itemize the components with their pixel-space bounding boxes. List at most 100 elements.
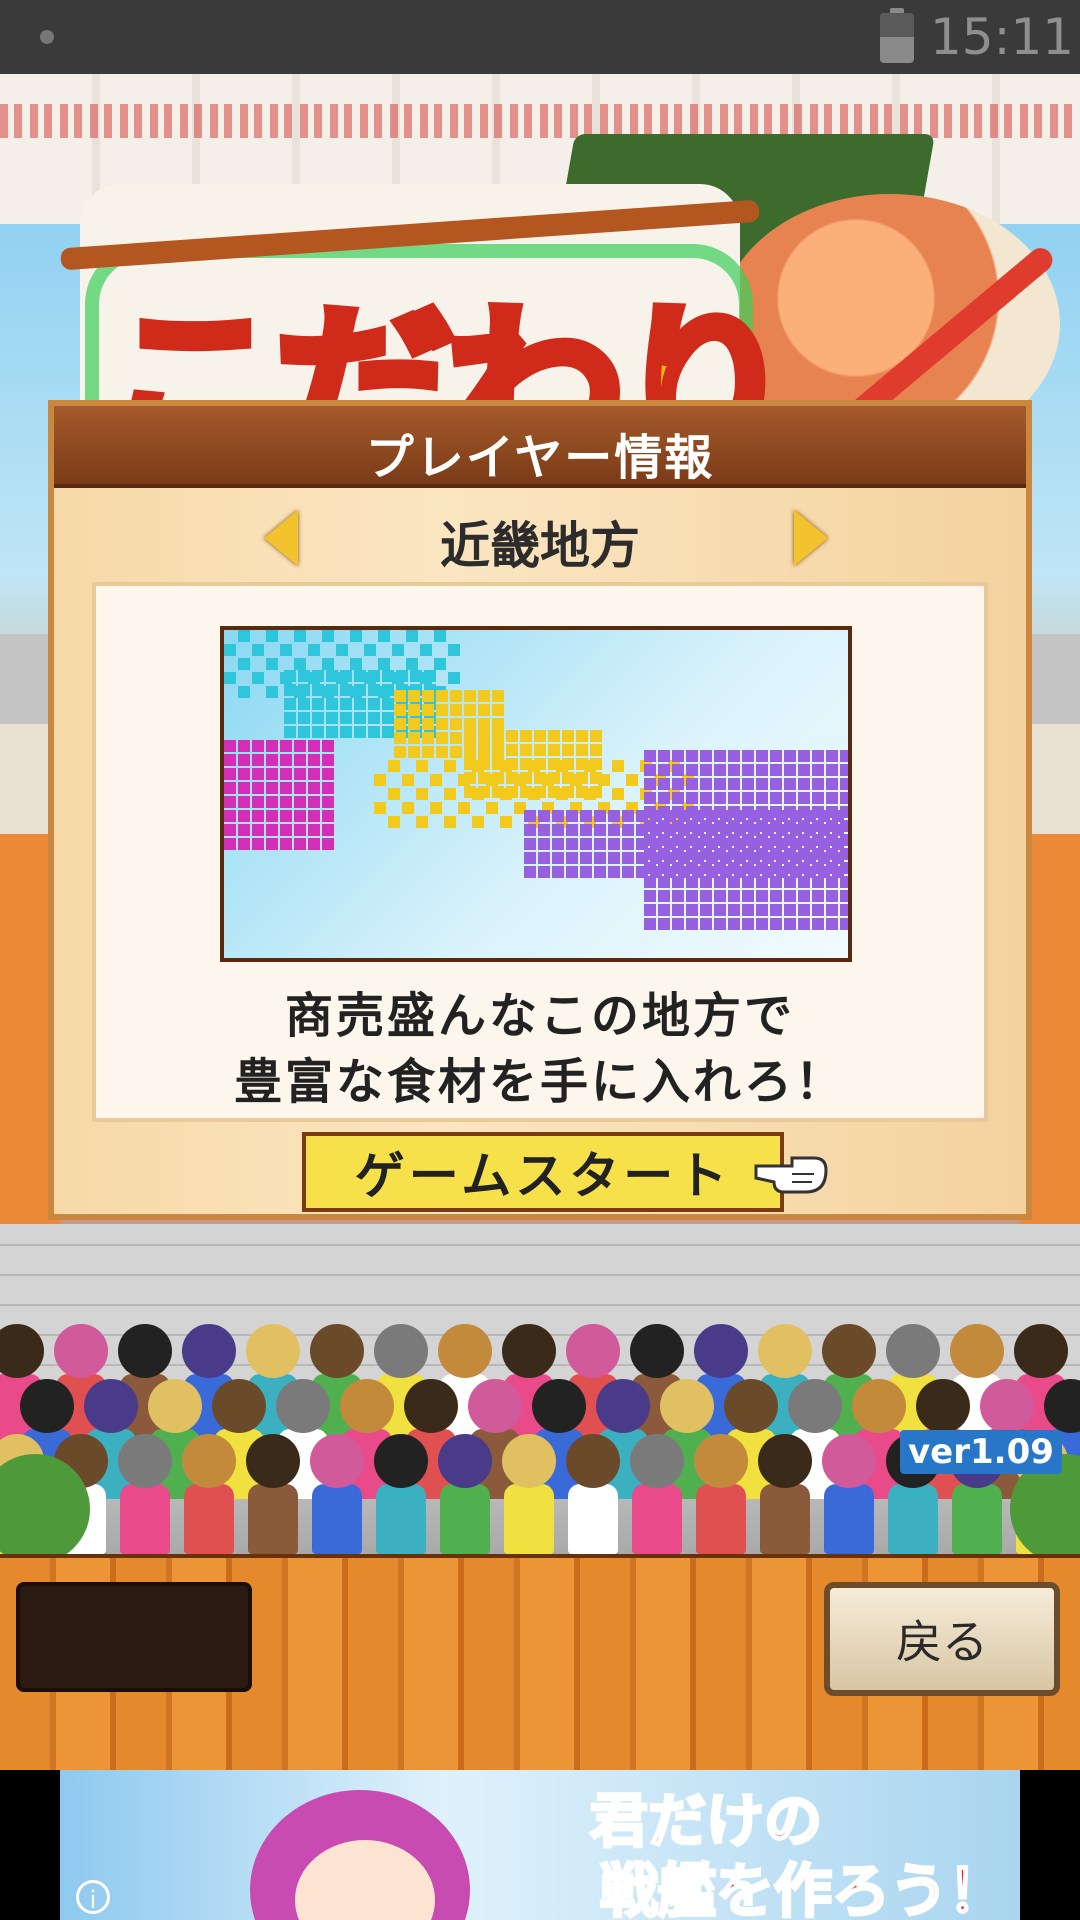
map-region-tile (422, 746, 434, 758)
map-region-tile (700, 918, 712, 930)
map-region-tile (520, 758, 532, 770)
map-region-tile (294, 658, 306, 670)
region-map-graphic (224, 630, 848, 930)
map-region-tile (658, 848, 670, 860)
map-region-tile (340, 712, 352, 724)
map-region-tile (686, 876, 698, 888)
map-region-tile (826, 834, 838, 846)
map-region-tile (612, 788, 624, 800)
map-region-tile (770, 848, 782, 860)
map-region-tile (784, 792, 796, 804)
map-region-tile (714, 904, 726, 916)
map-region-tile (434, 630, 446, 642)
crowd-person-head (84, 1379, 138, 1433)
map-region-tile (756, 750, 768, 762)
game-start-button[interactable]: ゲームスタート (302, 1132, 784, 1212)
pointing-hand-icon (754, 1156, 828, 1194)
crowd-person-head (118, 1324, 172, 1378)
map-region-tile (566, 852, 578, 864)
map-region-tile (492, 758, 504, 770)
map-region-tile (224, 740, 236, 752)
map-region-tile (812, 806, 824, 818)
map-region-tile (252, 782, 264, 794)
map-region-tile (478, 786, 490, 798)
map-region-tile (644, 918, 656, 930)
map-region-tile (394, 718, 406, 730)
map-region-tile (252, 810, 264, 822)
map-region-tile (562, 758, 574, 770)
map-region-tile (478, 690, 490, 702)
map-region-tile (644, 778, 656, 790)
map-region-tile (252, 838, 264, 850)
map-region-tile (322, 782, 334, 794)
map-region-tile (534, 758, 546, 770)
map-region-tile (524, 866, 536, 878)
map-region-tile (594, 866, 606, 878)
map-region-tile (492, 772, 504, 784)
map-region-tile (576, 730, 588, 742)
map-region-tile (826, 792, 838, 804)
map-region-tile (644, 876, 656, 888)
map-region-tile (548, 786, 560, 798)
map-region-tile (812, 876, 824, 888)
map-region-tile (714, 820, 726, 832)
map-region-tile (340, 670, 352, 682)
map-region-tile (756, 806, 768, 818)
map-region-tile (686, 806, 698, 818)
map-region-tile (840, 806, 848, 818)
map-region-tile (382, 698, 394, 710)
map-region-tile (644, 820, 656, 832)
map-region-tile (266, 768, 278, 780)
map-region-tile (478, 744, 490, 756)
map-region-tile (658, 862, 670, 874)
map-region-tile (252, 796, 264, 808)
map-region-tile (436, 746, 448, 758)
map-region-tile (382, 712, 394, 724)
map-region-tile (280, 796, 292, 808)
map-region-tile (252, 740, 264, 752)
map-region-tile (798, 890, 810, 902)
map-region-tile (644, 904, 656, 916)
map-region-tile (326, 712, 338, 724)
map-region-tile (784, 778, 796, 790)
map-region-tile (784, 876, 796, 888)
map-region-tile (812, 904, 824, 916)
map-region-tile (784, 764, 796, 776)
map-region-tile (798, 778, 810, 790)
map-region-tile (450, 746, 462, 758)
map-region-tile (422, 732, 434, 744)
map-region-tile (608, 838, 620, 850)
map-region-tile (444, 816, 456, 828)
crowd-person-head (468, 1379, 522, 1433)
map-region-tile (322, 838, 334, 850)
map-region-tile (224, 672, 236, 684)
map-region-tile (728, 918, 740, 930)
map-region-tile (340, 684, 352, 696)
map-region-tile (714, 806, 726, 818)
map-region-tile (826, 848, 838, 860)
map-region-tile (298, 712, 310, 724)
map-region-tile (756, 834, 768, 846)
map-region-tile (728, 820, 740, 832)
crowd-person-head (694, 1324, 748, 1378)
ad-image[interactable]: 君だけの 戦艦を作ろう！ (60, 1770, 1020, 1920)
ad-info-icon[interactable]: i (76, 1880, 110, 1914)
crowd-person-head (822, 1434, 876, 1488)
map-region-tile (784, 848, 796, 860)
back-button[interactable]: 戻る (824, 1582, 1060, 1696)
map-region-tile (294, 796, 306, 808)
ad-banner[interactable]: 君だけの 戦艦を作ろう！ (0, 1770, 1080, 1920)
map-region-tile (524, 824, 536, 836)
crowd-person-head (310, 1324, 364, 1378)
dialog-header: プレイヤー情報 (54, 406, 1026, 488)
map-region-tile (798, 848, 810, 860)
map-region-tile (340, 726, 352, 738)
map-region-tile (548, 758, 560, 770)
map-region-tile (354, 698, 366, 710)
next-region-arrow-icon[interactable] (794, 510, 828, 566)
map-region-tile (742, 806, 754, 818)
map-region-tile (714, 834, 726, 846)
map-region-tile (368, 712, 380, 724)
map-region-tile (524, 838, 536, 850)
map-region-tile (608, 852, 620, 864)
